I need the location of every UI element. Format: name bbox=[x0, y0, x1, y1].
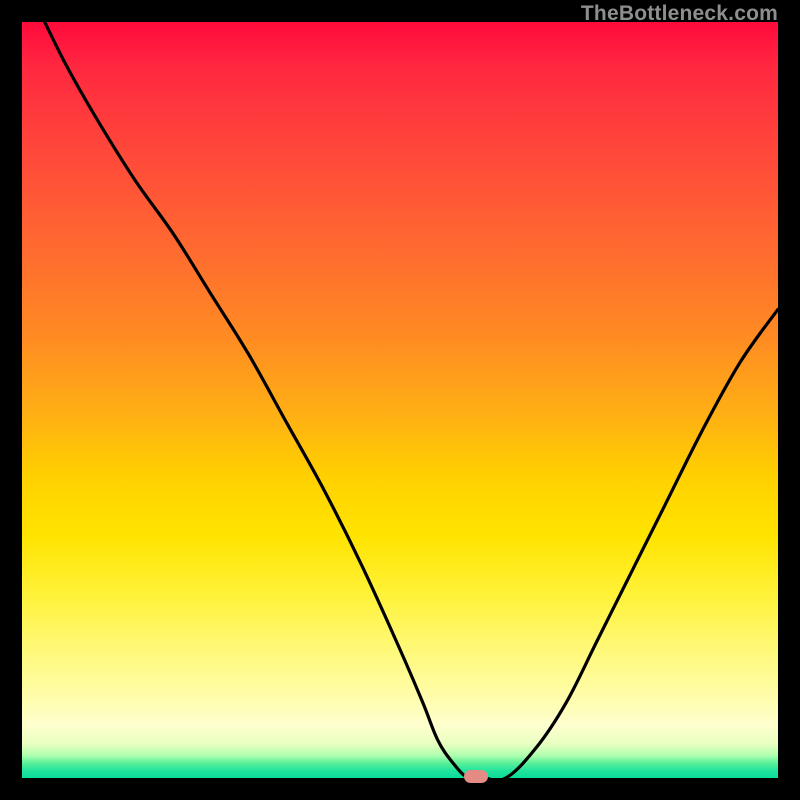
curve-path bbox=[45, 22, 778, 778]
plot-area bbox=[22, 22, 778, 778]
watermark-text: TheBottleneck.com bbox=[581, 2, 778, 26]
bottleneck-curve bbox=[22, 22, 778, 778]
minimum-marker bbox=[464, 770, 488, 783]
chart-container: TheBottleneck.com bbox=[0, 0, 800, 800]
